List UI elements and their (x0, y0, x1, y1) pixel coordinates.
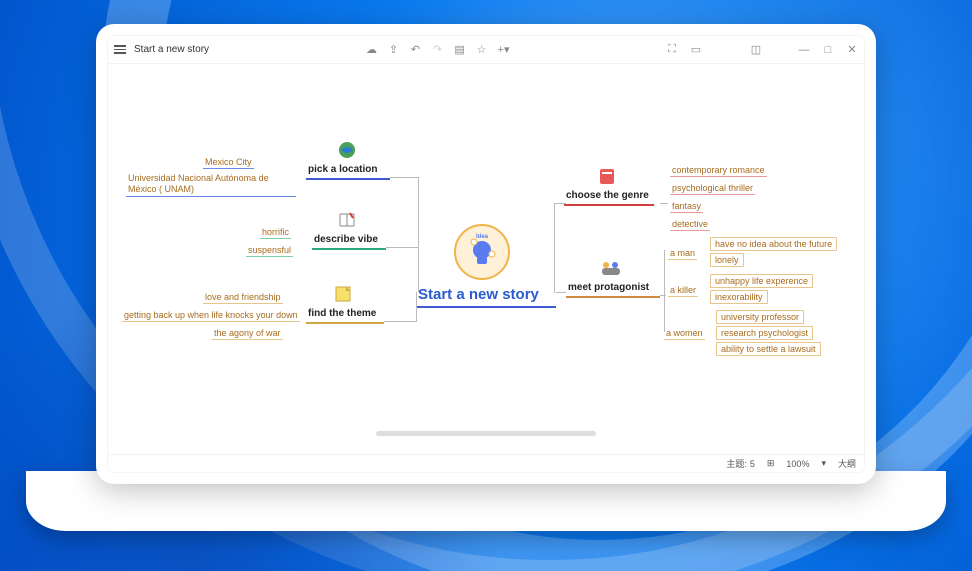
group-man[interactable]: a man (668, 248, 697, 258)
center-node[interactable]: Start a new story (418, 286, 539, 303)
leaf-genre-1[interactable]: psychological thriller (670, 183, 755, 193)
share-icon[interactable]: ⇪ (388, 44, 400, 56)
topic-genre[interactable]: choose the genre (566, 190, 649, 201)
close-icon[interactable]: ✕ (846, 44, 858, 56)
status-zoom[interactable]: 100% (786, 459, 809, 469)
redo-icon[interactable]: ↷ (432, 44, 444, 56)
leaf-theme-0[interactable]: love and friendship (203, 292, 283, 302)
leaf-man-0[interactable]: have no idea about the future (710, 239, 837, 249)
note-icon (334, 285, 352, 303)
leaf-women-1[interactable]: research psychologist (716, 328, 813, 338)
topic-vibe[interactable]: describe vibe (314, 234, 378, 245)
leaf-location-1[interactable]: Universidad Nacional Autónoma de México … (126, 172, 296, 197)
svg-text:Idea: Idea (476, 234, 489, 240)
format-icon[interactable]: ▤ (454, 44, 466, 56)
panel-icon[interactable]: ◫ (750, 44, 762, 56)
status-topic: 主题: 5 (726, 457, 755, 470)
idea-icon: Idea (454, 224, 510, 280)
topic-protagonist[interactable]: meet protagonist (568, 282, 649, 293)
leaf-vibe-0[interactable]: horrific (260, 227, 291, 237)
mindmap-canvas[interactable]: Idea Start a new story pick a location M… (108, 64, 864, 454)
titlebar: Start a new story ☁ ⇪ ↶ ↷ ▤ ☆ +▾ ⛶ ▭ ◫ —… (108, 36, 864, 64)
leaf-killer-1[interactable]: inexorability (710, 292, 768, 302)
horizontal-scrollbar[interactable] (376, 431, 596, 436)
zoom-dropdown-icon[interactable]: ▾ (821, 458, 826, 469)
star-icon[interactable]: ☆ (476, 44, 488, 56)
leaf-genre-3[interactable]: detective (670, 219, 710, 229)
leaf-killer-0[interactable]: unhappy life experence (710, 276, 813, 286)
minimize-icon[interactable]: — (798, 44, 810, 56)
present-icon[interactable]: ▭ (690, 44, 702, 56)
undo-icon[interactable]: ↶ (410, 44, 422, 56)
leaf-man-1[interactable]: lonely (710, 255, 744, 265)
topic-theme[interactable]: find the theme (308, 308, 376, 319)
book-red-icon (598, 167, 616, 185)
fit-icon[interactable]: ⛶ (666, 44, 678, 56)
leaf-genre-2[interactable]: fantasy (670, 201, 703, 211)
leaf-genre-0[interactable]: contemporary romance (670, 165, 767, 175)
group-women[interactable]: a women (664, 328, 705, 338)
leaf-theme-1[interactable]: getting back up when life knocks your do… (122, 310, 300, 320)
laptop-bezel: Start a new story ☁ ⇪ ↶ ↷ ▤ ☆ +▾ ⛶ ▭ ◫ —… (96, 24, 876, 484)
leaf-women-2[interactable]: ability to settle a lawsuit (716, 344, 821, 354)
globe-icon (338, 141, 356, 159)
window-title: Start a new story (134, 44, 209, 55)
group-killer[interactable]: a killer (668, 285, 698, 295)
cloud-icon[interactable]: ☁ (366, 44, 378, 56)
maximize-icon[interactable]: □ (822, 44, 834, 56)
hamburger-icon[interactable] (114, 43, 126, 56)
people-icon (600, 259, 622, 277)
leaf-theme-2[interactable]: the agony of war (212, 328, 283, 338)
leaf-vibe-1[interactable]: suspensful (246, 245, 293, 255)
center-view-icon[interactable]: ⊞ (767, 458, 775, 469)
app-window: Start a new story ☁ ⇪ ↶ ↷ ▤ ☆ +▾ ⛶ ▭ ◫ —… (108, 36, 864, 472)
status-outline[interactable]: 大纲 (838, 457, 856, 470)
statusbar: 主题: 5 ⊞ 100% ▾ 大纲 (108, 454, 864, 472)
topic-location[interactable]: pick a location (308, 164, 377, 175)
add-icon[interactable]: +▾ (498, 44, 510, 56)
book-icon (338, 211, 356, 229)
leaf-location-0[interactable]: Mexico City (203, 157, 254, 167)
leaf-women-0[interactable]: university professor (716, 312, 804, 322)
